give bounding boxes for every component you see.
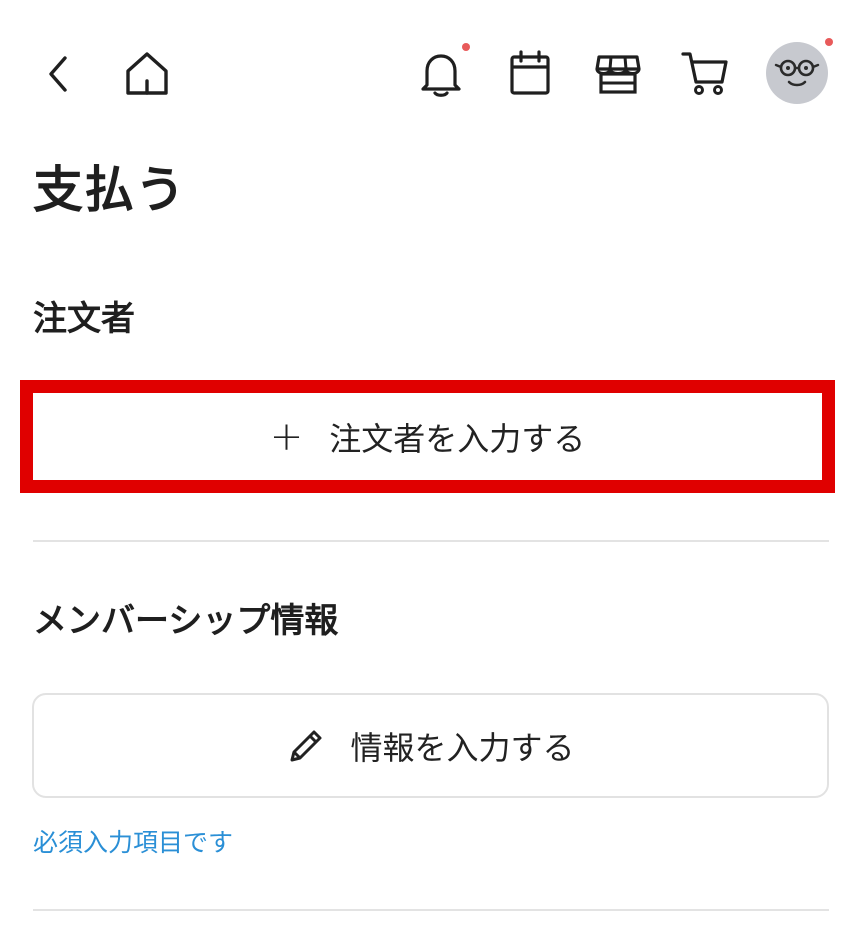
store-icon — [595, 55, 641, 94]
add-orderer-button[interactable]: + 注文者を入力する — [33, 393, 822, 480]
page-title: 支払う — [33, 161, 186, 219]
cart-button[interactable] — [678, 47, 732, 99]
home-icon — [126, 52, 168, 95]
chevron-left-icon — [49, 56, 67, 92]
bell-icon — [421, 54, 461, 97]
home-button[interactable] — [120, 48, 174, 100]
pencil-icon — [286, 726, 326, 766]
notification-badge — [462, 43, 470, 51]
glasses-face-icon — [774, 59, 820, 87]
membership-section-title: メンバーシップ情報 — [33, 601, 339, 641]
top-navigation-bar — [0, 0, 865, 150]
store-button[interactable] — [592, 48, 644, 98]
enter-info-button[interactable]: 情報を入力する — [32, 693, 829, 798]
avatar-notification-badge — [825, 38, 833, 46]
divider — [33, 909, 829, 911]
orderer-section-title: 注文者 — [33, 299, 135, 339]
divider — [33, 540, 829, 542]
cart-icon — [681, 52, 728, 95]
highlight-frame: + 注文者を入力する — [20, 380, 835, 493]
required-field-note: 必須入力項目です — [33, 828, 234, 857]
back-button[interactable] — [36, 50, 80, 98]
calendar-button[interactable] — [505, 48, 555, 98]
notifications-button[interactable] — [415, 48, 467, 100]
avatar[interactable] — [766, 42, 828, 104]
enter-info-label: 情報を入力する — [350, 728, 575, 767]
plus-icon: + — [269, 413, 304, 460]
calendar-icon — [510, 50, 550, 95]
add-orderer-label: 注文者を入力する — [329, 419, 586, 458]
